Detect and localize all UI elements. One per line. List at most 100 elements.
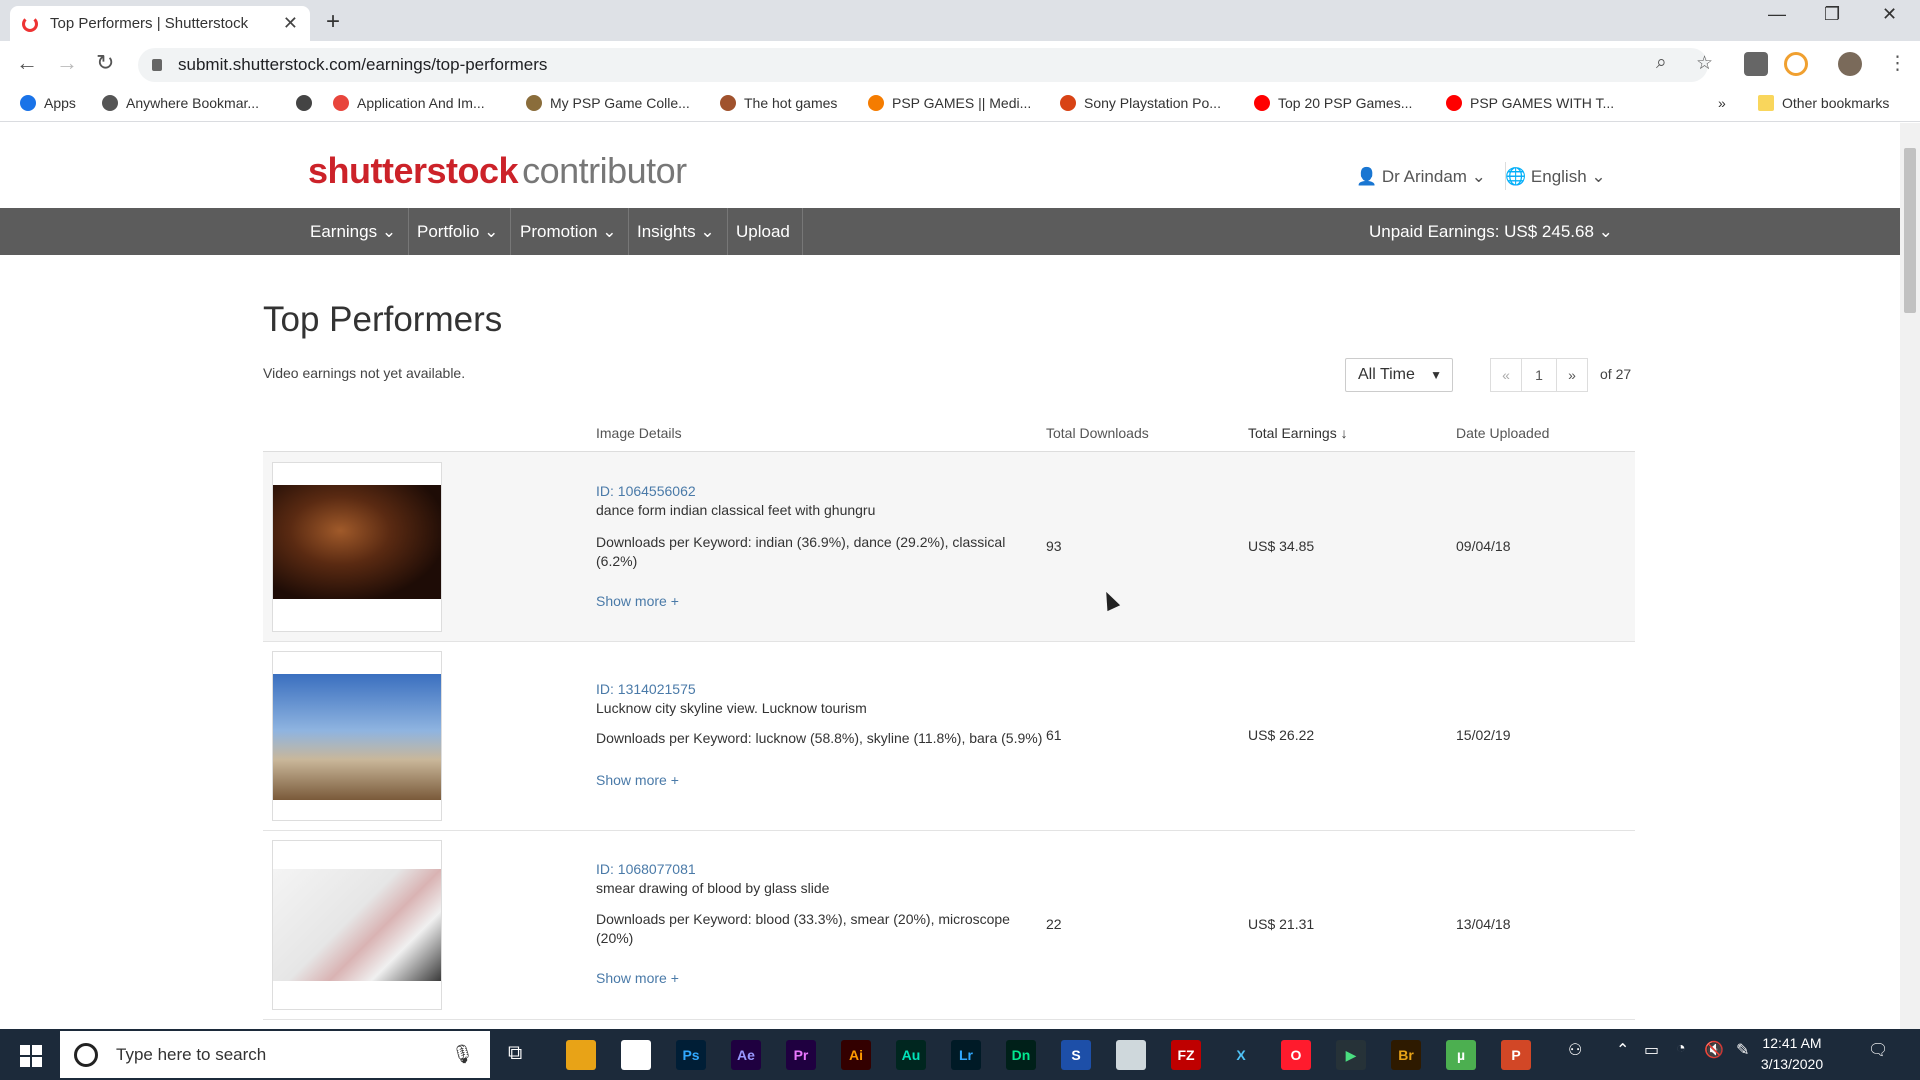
pager-prev-button[interactable]: « (1490, 358, 1522, 392)
pager-page-input[interactable]: 1 (1521, 358, 1557, 392)
col-earnings-label: Total Earnings (1248, 425, 1337, 441)
bookmark-favicon-icon (1060, 95, 1076, 111)
taskbar-app-icon[interactable]: O (1281, 1040, 1311, 1070)
microphone-icon[interactable]: 🎙 (451, 1044, 474, 1065)
bookmark-item[interactable]: PSP GAMES || Medi... (868, 95, 1031, 111)
bookmark-item[interactable]: The hot games (720, 95, 837, 111)
forward-icon[interactable]: → (56, 50, 78, 76)
thumbnail-image[interactable] (273, 485, 441, 599)
nav-portfolio[interactable]: Portfolio ⌄ (405, 208, 512, 255)
unpaid-earnings-label: Unpaid Earnings: US$ 245.68 (1369, 222, 1594, 241)
bookmark-item[interactable]: Top 20 PSP Games... (1254, 95, 1412, 111)
taskbar-app-icon[interactable]: Pr (786, 1040, 816, 1070)
taskbar-app-icon[interactable]: µ (1446, 1040, 1476, 1070)
show-more-link[interactable]: Show more + (596, 970, 679, 986)
col-image-details: Image Details (596, 425, 682, 441)
taskbar-app-icon[interactable]: Br (1391, 1040, 1421, 1070)
bookmark-star-icon[interactable]: ☆ (1696, 52, 1713, 75)
show-more-link[interactable]: Show more + (596, 593, 679, 609)
nav-promotion[interactable]: Promotion ⌄ (508, 208, 630, 255)
thumbnail-frame[interactable] (272, 651, 442, 821)
nav-upload[interactable]: Upload (724, 208, 803, 255)
nav-insights[interactable]: Insights ⌄ (625, 208, 728, 255)
thumbnail-frame[interactable] (272, 462, 442, 632)
extension-icon[interactable] (1744, 52, 1768, 76)
thumbnail-image[interactable] (273, 869, 441, 981)
close-window-icon[interactable]: ✕ (1882, 4, 1897, 25)
bookmark-item[interactable]: Sony Playstation Po... (1060, 95, 1221, 111)
menu-dots-icon[interactable]: ⋮ (1888, 52, 1907, 75)
bookmarks-overflow-icon[interactable]: » (1718, 95, 1726, 111)
unpaid-earnings-menu[interactable]: Unpaid Earnings: US$ 245.68 ⌄ (1369, 208, 1613, 255)
video-note: Video earnings not yet available. (263, 365, 466, 381)
volume-muted-icon[interactable]: 🔇 (1704, 1040, 1724, 1060)
scrollbar-thumb[interactable] (1904, 148, 1916, 313)
notifications-icon[interactable]: 🗨 (1868, 1040, 1888, 1060)
battery-icon[interactable]: ▭ (1644, 1040, 1659, 1060)
people-icon[interactable]: ⚇ (1568, 1040, 1582, 1060)
globe-icon: 🌐 (1505, 167, 1527, 186)
bookmark-item[interactable]: Anywhere Bookmar... (102, 95, 259, 111)
other-bookmarks[interactable]: Other bookmarks (1758, 95, 1889, 111)
col-total-earnings[interactable]: Total Earnings ↓ (1248, 425, 1348, 441)
minimize-icon[interactable]: — (1768, 4, 1786, 25)
chevron-down-icon: ⌄ (381, 222, 397, 241)
bookmark-item[interactable]: My PSP Game Colle... (526, 95, 690, 111)
tray-overflow-icon[interactable]: ⌃ (1616, 1040, 1629, 1060)
period-select[interactable]: All Time ▼ (1345, 358, 1453, 392)
nav-earnings[interactable]: Earnings ⌄ (298, 208, 410, 255)
taskbar-app-icon[interactable]: Ae (731, 1040, 761, 1070)
new-tab-button[interactable]: + (326, 8, 340, 36)
taskbar-app-icon[interactable] (566, 1040, 596, 1070)
task-view-icon[interactable]: ⧉ (508, 1042, 522, 1065)
search-placeholder[interactable]: Type here to search (116, 1045, 451, 1065)
image-id[interactable]: ID: 1314021575 (596, 681, 696, 697)
bookmark-item[interactable]: Apps (20, 95, 76, 111)
tab-close-icon[interactable]: ✕ (283, 13, 298, 34)
pen-icon[interactable]: ✎ (1736, 1040, 1749, 1060)
taskbar-app-icon[interactable]: S (1061, 1040, 1091, 1070)
tab-title: Top Performers | Shutterstock (50, 15, 249, 32)
pager-next-button[interactable]: » (1556, 358, 1588, 392)
reload-icon[interactable]: ↻ (96, 50, 114, 76)
bookmark-favicon-icon (333, 95, 349, 111)
taskbar-app-icon[interactable] (621, 1040, 651, 1070)
show-more-link[interactable]: Show more + (596, 772, 679, 788)
thumbnail-image[interactable] (273, 674, 441, 800)
taskbar-app-icon[interactable]: X (1226, 1040, 1256, 1070)
taskbar-clock[interactable]: 12:41 AM 3/13/2020 (1752, 1033, 1832, 1075)
image-id[interactable]: ID: 1068077081 (596, 861, 696, 877)
taskbar-app-icon[interactable]: Ai (841, 1040, 871, 1070)
logo-brand: shutterstock (308, 150, 519, 191)
thumbnail-frame[interactable] (272, 840, 442, 1010)
taskbar-app-icon[interactable]: ▶ (1336, 1040, 1366, 1070)
browser-tab[interactable]: Top Performers | Shutterstock ✕ (10, 6, 310, 41)
taskbar-app-icon[interactable] (1116, 1040, 1146, 1070)
profile-avatar[interactable] (1838, 52, 1862, 76)
restore-icon[interactable]: ❐ (1824, 4, 1840, 25)
user-menu[interactable]: 👤 Dr Arindam ⌄ (1356, 167, 1486, 187)
bookmark-item[interactable]: Application And Im... (333, 95, 485, 111)
taskbar-app-icon[interactable]: Lr (951, 1040, 981, 1070)
omnibox[interactable]: submit.shutterstock.com/earnings/top-per… (138, 48, 1708, 82)
back-icon[interactable]: ← (16, 50, 38, 76)
taskbar-app-icon[interactable]: Dn (1006, 1040, 1036, 1070)
col-total-downloads[interactable]: Total Downloads (1046, 425, 1149, 441)
url-text[interactable]: submit.shutterstock.com/earnings/top-per… (178, 55, 547, 75)
taskbar-app-icon[interactable]: FZ (1171, 1040, 1201, 1070)
caret-down-icon: ▼ (1430, 368, 1442, 382)
taskbar-app-icon[interactable]: P (1501, 1040, 1531, 1070)
taskbar-search[interactable]: Type here to search 🎙 (60, 1031, 490, 1078)
col-date-uploaded[interactable]: Date Uploaded (1456, 425, 1549, 441)
windows-start-icon[interactable] (20, 1045, 42, 1067)
image-id[interactable]: ID: 1064556062 (596, 483, 696, 499)
language-menu[interactable]: 🌐 English ⌄ (1505, 167, 1606, 187)
bookmark-item[interactable] (296, 95, 320, 111)
zoom-icon[interactable]: ⌕ (1656, 52, 1667, 74)
shutterstock-logo[interactable]: shutterstock contributor (308, 150, 687, 192)
wifi-icon[interactable]: ◔ (1676, 1040, 1686, 1058)
bookmark-item[interactable]: PSP GAMES WITH T... (1446, 95, 1614, 111)
taskbar-app-icon[interactable]: Ps (676, 1040, 706, 1070)
extension-icon[interactable] (1784, 52, 1808, 76)
taskbar-app-icon[interactable]: Au (896, 1040, 926, 1070)
